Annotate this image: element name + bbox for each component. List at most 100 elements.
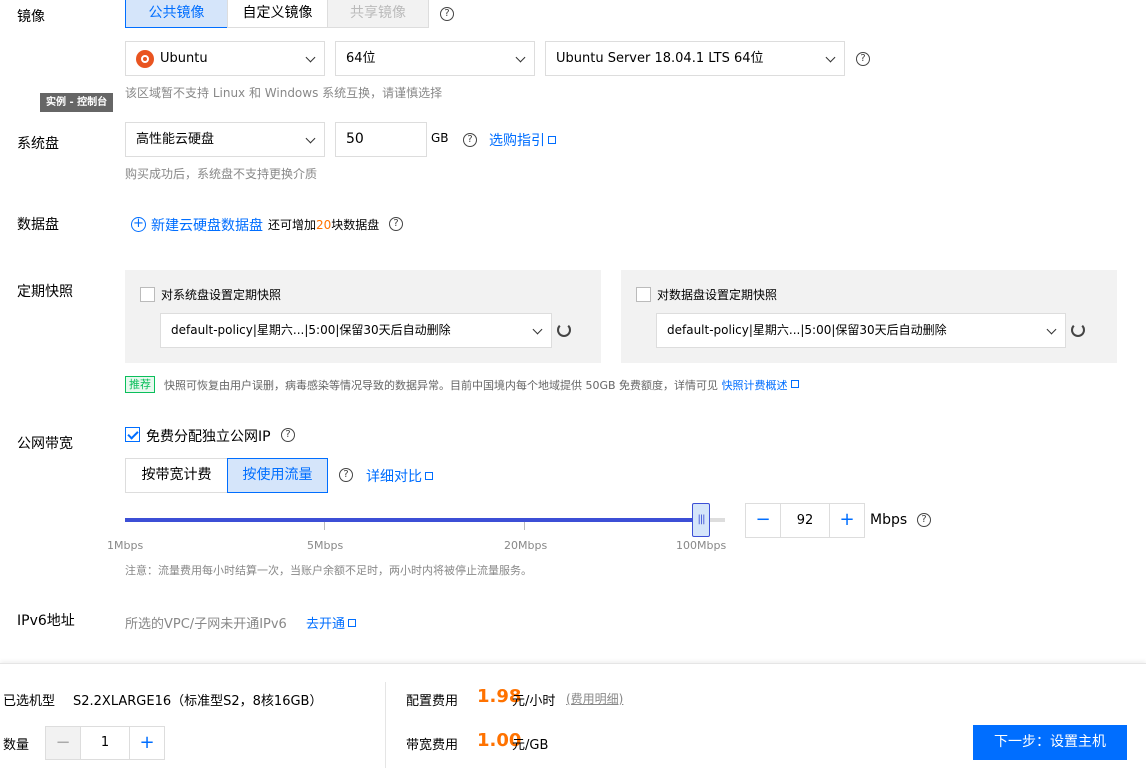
config-fee-unit: 元/小时	[512, 694, 556, 709]
purchase-guide-link-text: 选购指引	[489, 133, 545, 149]
tab-shared-image[interactable]: 共享镜像	[327, 0, 429, 28]
slider-tick-label: 1Mbps	[107, 539, 144, 552]
help-icon[interactable]: ?	[389, 217, 403, 231]
slider-tick	[324, 522, 325, 530]
add-circle-icon[interactable]: +	[131, 217, 146, 232]
chevron-down-icon	[825, 52, 836, 63]
snapshot-billing-link-text: 快照计费概述	[721, 379, 788, 392]
config-fee-label: 配置费用	[406, 694, 459, 709]
system-disk-type-select[interactable]: 高性能云硬盘	[125, 122, 325, 157]
help-icon[interactable]: ?	[463, 133, 477, 147]
free-ip-checkbox[interactable]	[125, 427, 140, 442]
free-ip-checkbox-label: 免费分配独立公网IP	[146, 429, 271, 445]
ipv6-label: IPv6地址	[17, 613, 75, 629]
help-icon[interactable]: ?	[281, 428, 295, 442]
footer-divider	[385, 682, 386, 768]
help-icon[interactable]: ?	[917, 513, 931, 527]
quantity-label: 数量	[3, 738, 30, 753]
bandwidth-fee-unit: 元/GB	[512, 738, 549, 753]
remain-count: 20	[316, 218, 332, 232]
snapshot-label: 定期快照	[17, 284, 73, 300]
help-icon[interactable]: ?	[339, 468, 353, 482]
chevron-down-icon	[515, 52, 526, 63]
ubuntu-logo-ring	[141, 55, 149, 63]
os-select-value: Ubuntu	[160, 51, 208, 66]
external-link-icon	[348, 619, 357, 627]
system-snapshot-panel: 对系统盘设置定期快照 default-policy|星期六...|5:00|保留…	[125, 270, 601, 363]
chevron-down-icon	[305, 52, 316, 63]
chevron-down-icon	[305, 133, 316, 144]
recommend-badge: 推荐	[125, 376, 155, 393]
system-snapshot-checkbox[interactable]	[140, 287, 155, 302]
bandwidth-slider-fill	[125, 518, 701, 522]
external-link-icon	[790, 380, 799, 388]
bandwidth-slider-track[interactable]	[125, 518, 725, 522]
ipv6-enable-link-text: 去开通	[306, 617, 346, 632]
system-disk-label: 系统盘	[17, 136, 59, 152]
quantity-plus-button[interactable]: +	[129, 726, 165, 760]
chevron-down-icon	[1046, 324, 1057, 335]
snapshot-billing-link[interactable]: 快照计费概述	[722, 379, 799, 392]
bandwidth-label: 公网带宽	[17, 436, 73, 452]
os-select[interactable]: Ubuntu	[125, 41, 325, 76]
remain-suffix: 块数据盘	[331, 218, 380, 232]
image-tip: 该区域暂不支持 Linux 和 Windows 系统互换，请谨慎选择	[125, 86, 443, 100]
bandwidth-slider-handle[interactable]: |||	[692, 503, 710, 537]
help-icon[interactable]: ?	[440, 7, 454, 21]
data-snapshot-checkbox[interactable]	[636, 287, 651, 302]
slider-tick-label: 100Mbps	[676, 539, 727, 552]
snapshot-tip: 快照可恢复由用户误删，病毒感染等情况导致的数据异常。目前中国境内每个地域提供 5…	[164, 377, 799, 393]
bandwidth-unit: Mbps	[870, 512, 908, 528]
order-footer: 已选机型 S2.2XLARGE16（标准型S2，8核16GB） 数量 − 1 +…	[0, 663, 1146, 770]
data-disk-label: 数据盘	[17, 217, 59, 233]
version-select-value: Ubuntu Server 18.04.1 LTS 64位	[556, 51, 764, 66]
model-label: 已选机型	[3, 694, 56, 709]
bits-select[interactable]: 64位	[335, 41, 535, 76]
compare-link[interactable]: 详细对比	[366, 466, 433, 486]
system-snapshot-policy-value: default-policy|星期六...|5:00|保留30天后自动删除	[171, 323, 451, 337]
quantity-input[interactable]: 1	[80, 726, 130, 760]
slider-tick-label: 5Mbps	[307, 539, 344, 552]
bandwidth-minus-button[interactable]: −	[745, 503, 781, 538]
external-link-icon	[548, 136, 556, 144]
tab-billing-traffic[interactable]: 按使用流量	[227, 458, 328, 493]
data-snapshot-policy-select[interactable]: default-policy|星期六...|5:00|保留30天后自动删除	[656, 313, 1066, 348]
data-snapshot-panel: 对数据盘设置定期快照 default-policy|星期六...|5:00|保留…	[621, 270, 1117, 363]
quantity-minus-button[interactable]: −	[45, 726, 81, 760]
system-snapshot-checkbox-label: 对系统盘设置定期快照	[161, 288, 282, 302]
system-disk-type-value: 高性能云硬盘	[136, 132, 215, 147]
data-disk-remain: 还可增加20块数据盘	[268, 216, 379, 233]
bandwidth-value-input[interactable]: 92	[780, 503, 830, 538]
bandwidth-plus-button[interactable]: +	[829, 503, 865, 538]
next-step-button[interactable]: 下一步：设置主机	[973, 725, 1127, 760]
add-data-disk-link[interactable]: 新建云硬盘数据盘	[151, 215, 263, 235]
billing-mode-tabs: 按带宽计费 按使用流量	[125, 458, 329, 493]
system-disk-size-input[interactable]: 50	[335, 122, 427, 157]
slider-tick-label: 20Mbps	[504, 539, 548, 552]
data-snapshot-checkbox-label: 对数据盘设置定期快照	[657, 288, 778, 302]
system-disk-tip: 购买成功后，系统盘不支持更换介质	[125, 167, 318, 181]
help-icon[interactable]: ?	[856, 52, 870, 66]
compare-link-text: 详细对比	[366, 469, 422, 485]
refresh-icon[interactable]	[1071, 323, 1085, 337]
refresh-icon[interactable]	[557, 323, 571, 337]
model-value: S2.2XLARGE16（标准型S2，8核16GB）	[73, 694, 323, 709]
image-type-tabs: 公共镜像 自定义镜像 共享镜像	[125, 0, 429, 30]
remain-prefix: 还可增加	[268, 218, 317, 232]
image-label: 镜像	[17, 9, 45, 25]
tab-custom-image[interactable]: 自定义镜像	[227, 0, 328, 28]
system-snapshot-policy-select[interactable]: default-policy|星期六...|5:00|保留30天后自动删除	[160, 313, 552, 348]
ipv6-enable-link[interactable]: 去开通	[306, 613, 357, 632]
purchase-guide-link[interactable]: 选购指引	[489, 130, 556, 150]
bandwidth-fee-label: 带宽费用	[406, 738, 459, 753]
data-snapshot-policy-value: default-policy|星期六...|5:00|保留30天后自动删除	[667, 323, 947, 337]
tab-billing-bandwidth[interactable]: 按带宽计费	[125, 458, 228, 493]
fee-detail-link[interactable]: (费用明细)	[566, 690, 623, 707]
version-select[interactable]: Ubuntu Server 18.04.1 LTS 64位	[545, 41, 845, 76]
tab-public-image[interactable]: 公共镜像	[125, 0, 228, 28]
tooltip: 实例 - 控制台	[40, 93, 114, 112]
bits-select-value: 64位	[346, 51, 376, 66]
system-disk-unit: GB	[431, 131, 449, 145]
snapshot-tip-text: 快照可恢复由用户误删，病毒感染等情况导致的数据异常。目前中国境内每个地域提供 5…	[164, 379, 719, 392]
slider-tick	[524, 522, 525, 530]
